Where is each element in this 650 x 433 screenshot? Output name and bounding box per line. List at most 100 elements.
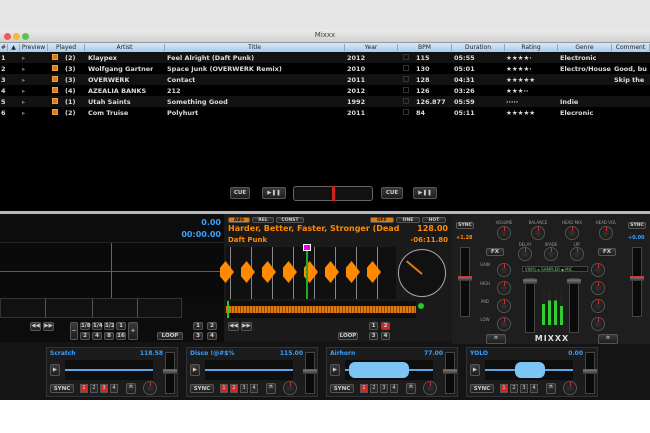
mode-abs[interactable]: ABS (228, 217, 250, 223)
bpm-lock-checkbox[interactable] (403, 54, 409, 60)
beatloop-1[interactable]: 1 (116, 322, 126, 330)
deck1-hotcue-1[interactable]: 1 (193, 322, 203, 330)
sampler-hotcue[interactable]: 2 (510, 384, 518, 393)
fx-button-left[interactable]: FX (486, 248, 504, 256)
sampler-hotcue[interactable]: 4 (110, 384, 118, 393)
deck2-loop-button[interactable]: LOOP (338, 332, 358, 340)
deck2-overview[interactable] (226, 301, 416, 318)
table-row[interactable]: 1 ▸ (2) Klaypex Feel Alright (Daft Punk) 2012… (0, 52, 650, 63)
deck2-waveform[interactable] (220, 244, 396, 299)
table-row[interactable]: 4 ▸ (4) AZEALIA BANKS 212 2012 126 03:26 ★★★·· (0, 85, 650, 96)
preview-icon[interactable]: ▸ (22, 87, 25, 95)
sampler-play-button[interactable]: ▶ (190, 364, 200, 376)
sampler-headphone-icon[interactable]: ∩ (266, 383, 276, 394)
preview-icon[interactable]: ▸ (22, 76, 25, 84)
deck1-waveform[interactable] (0, 242, 224, 298)
preview-icon[interactable]: ▸ (22, 109, 25, 117)
table-row[interactable]: 6 ▸ (2) Com Truise Polyhurt 2011 84 05:11 ★★★★★ E… (0, 107, 650, 118)
mic-chip[interactable]: MIC (565, 267, 572, 272)
deck2-hotcue-3[interactable]: 3 (369, 332, 378, 340)
col-bpm[interactable]: BPM (398, 44, 452, 51)
sort-arrow-icon[interactable]: ▲ (8, 44, 20, 51)
sync-button-left[interactable]: SYNC (456, 222, 474, 229)
play-pause-button-left[interactable]: ▶❚❚ (262, 187, 286, 199)
bpm-lock-checkbox[interactable] (403, 109, 409, 115)
sampler-sync-button[interactable]: SYNC (330, 384, 354, 393)
beatloop-1-2[interactable]: 1/2 (104, 322, 115, 330)
played-checkbox[interactable] (52, 109, 58, 115)
bpm-lock-checkbox[interactable] (403, 87, 409, 93)
head-mix-knob[interactable] (565, 226, 579, 240)
beatloop-1-4[interactable]: 1/4 (92, 322, 103, 330)
sampler-hotcue[interactable]: 1 (220, 384, 228, 393)
sampler-hotcue[interactable]: 4 (530, 384, 538, 393)
balance-knob[interactable] (531, 226, 545, 240)
sampler-headphone-icon[interactable]: ∩ (546, 383, 556, 394)
sampler-play-button[interactable]: ▶ (50, 364, 60, 376)
played-checkbox[interactable] (52, 76, 58, 82)
headphone-cue-left[interactable]: ∩ (486, 334, 506, 344)
cue-mode-off[interactable]: OFF (370, 217, 394, 223)
sampler-hotcue[interactable]: 2 (90, 384, 98, 393)
played-checkbox[interactable] (52, 54, 58, 60)
col-year[interactable]: Year (345, 44, 398, 51)
col-genre[interactable]: Genre (558, 44, 612, 51)
deck2-hotcue-1[interactable]: 1 (369, 322, 378, 330)
sampler-waveform[interactable] (485, 360, 573, 380)
played-checkbox[interactable] (52, 87, 58, 93)
sampler-volume-fader[interactable] (163, 352, 177, 394)
sampler-hotcue[interactable]: 2 (230, 384, 238, 393)
cue-button-right[interactable]: CUE (381, 187, 403, 199)
beatloop-8[interactable]: 8 (104, 332, 114, 340)
beatloop-4[interactable]: 4 (92, 332, 102, 340)
high-knob-right[interactable] (591, 281, 605, 295)
sampler-volume-fader[interactable] (303, 352, 317, 394)
beatloop-minus[interactable]: − (70, 322, 78, 340)
preview-icon[interactable]: ▸ (22, 54, 25, 62)
sampler-hotcue[interactable]: 1 (500, 384, 508, 393)
play-pause-button-right[interactable]: ▶❚❚ (413, 187, 437, 199)
bpm-lock-checkbox[interactable] (403, 98, 409, 104)
col-title[interactable]: Title (165, 44, 345, 51)
beatloop-plus[interactable]: + (128, 322, 138, 340)
sampler-play-button[interactable]: ▶ (470, 364, 480, 376)
deck1-hotcue-2[interactable]: 2 (207, 322, 217, 330)
sampler-waveform[interactable] (345, 360, 433, 380)
beatloop-16[interactable]: 16 (116, 332, 126, 340)
sampler-hotcue[interactable]: 1 (360, 384, 368, 393)
sampler-volume-fader[interactable] (583, 352, 597, 394)
lpf-knob[interactable] (570, 247, 584, 261)
sampler-hotcue[interactable]: 3 (380, 384, 388, 393)
sampler-sync-button[interactable]: SYNC (190, 384, 214, 393)
library-table[interactable]: # ▲ Preview Played Artist Title Year BPM… (0, 43, 650, 211)
preview-icon[interactable]: ▸ (22, 98, 25, 106)
col-rating[interactable]: Rating (505, 44, 558, 51)
cue-mode-hot[interactable]: HOT (422, 217, 446, 223)
sampler-gain-knob[interactable] (143, 381, 157, 395)
low-knob-left[interactable] (497, 317, 511, 331)
mid-knob-right[interactable] (591, 299, 605, 313)
low-knob-right[interactable] (591, 317, 605, 331)
crossfader[interactable] (293, 186, 373, 201)
sampler-hotcue[interactable]: 2 (370, 384, 378, 393)
sampler-hotcue[interactable]: 3 (240, 384, 248, 393)
sampler-hotcue[interactable]: 1 (80, 384, 88, 393)
col-comment[interactable]: Comment (612, 44, 650, 51)
col-duration[interactable]: Duration (452, 44, 505, 51)
high-knob-left[interactable] (497, 281, 511, 295)
sampler-gain-knob[interactable] (563, 381, 577, 395)
deck1-overview[interactable] (0, 298, 182, 318)
col-artist[interactable]: Artist (85, 44, 165, 51)
table-row[interactable]: 3 ▸ (3) OVERWERK Contact 2011 128 04:31 ★★★★★ Ski… (0, 74, 650, 85)
gain-knob-left[interactable] (497, 263, 511, 277)
sampler-sync-button[interactable]: SYNC (470, 384, 494, 393)
bpm-lock-checkbox[interactable] (403, 76, 409, 82)
vinyl-chip[interactable]: VINYL (525, 267, 537, 272)
beatloop-2[interactable]: 2 (80, 332, 90, 340)
channel-fader-left[interactable] (523, 278, 537, 333)
col-preview[interactable]: Preview (20, 44, 48, 51)
head-vol-knob[interactable] (599, 226, 613, 240)
sampler-hotcue[interactable]: 4 (390, 384, 398, 393)
sampler-play-button[interactable]: ▶ (330, 364, 340, 376)
input-chips[interactable]: VINYL ▸ SAMPLER ▪ MIC (522, 266, 588, 272)
